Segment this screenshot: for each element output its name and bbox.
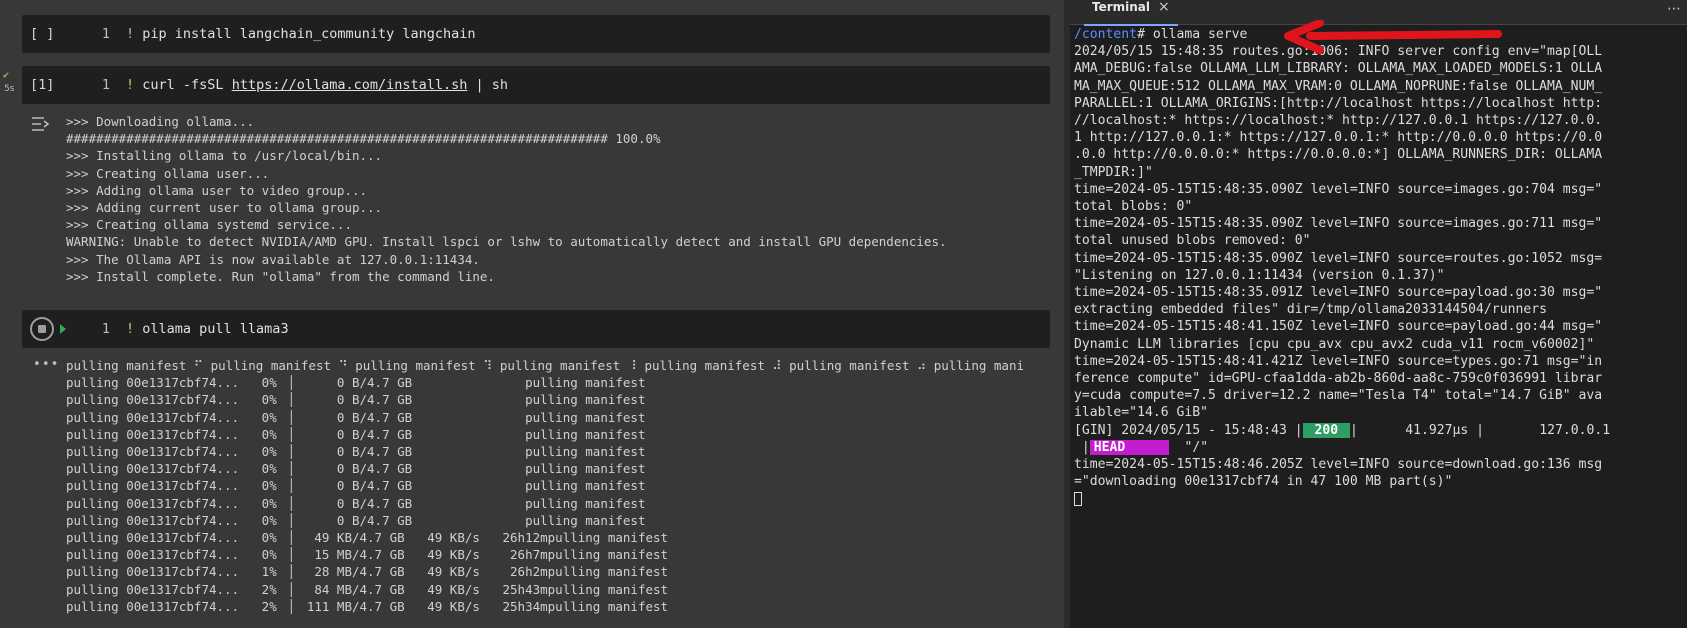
terminal-line: y=cuda compute=7.5 driver=12.2 name="Tes… [1074, 388, 1603, 404]
output-menu-icon[interactable]: ••• [33, 357, 59, 372]
terminal-log: 2024/05/15 15:48:35 routes.go:1006: INFO… [1074, 43, 1684, 421]
code-text: pip install langchain_community langchai… [134, 26, 476, 42]
terminal-line: "Listening on 127.0.0.1:11434 (version 0… [1074, 267, 1445, 283]
terminal-line: time=2024-05-15T15:48:46.205Z level=INFO… [1074, 457, 1603, 473]
terminal-line: .0.0 http://0.0.0.0:* https://0.0.0.0:*]… [1074, 147, 1603, 163]
shell-bang: ! [126, 26, 135, 42]
terminal-line: PARALLEL:1 OLLAMA_ORIGINS:[http://localh… [1074, 95, 1603, 111]
output-line: >>> Downloading ollama... [66, 114, 255, 129]
output-line: pulling 00e1317cbf74... 0% ▕ 15 MB/4.7 G… [66, 547, 669, 563]
output-line: pulling 00e1317cbf74... 0% ▕ 0 B/4.7 GB … [66, 375, 646, 391]
status-badge: 200 [1302, 422, 1351, 438]
close-icon[interactable]: × [1158, 0, 1170, 15]
terminal-output[interactable]: /content# ollama serve 2024/05/15 15:48:3… [1074, 26, 1684, 508]
output-line: pulling 00e1317cbf74... 0% ▕ 49 KB/4.7 G… [66, 530, 669, 546]
terminal-line: time=2024-05-15T15:48:35.090Z level=INFO… [1074, 250, 1603, 266]
code-text: ollama pull llama3 [134, 321, 289, 337]
terminal-cwd: /content [1074, 27, 1138, 42]
cell-code[interactable]: ! curl -fsSL https://ollama.com/install.… [126, 66, 508, 104]
terminal-line: total unused blobs removed: 0" [1074, 233, 1311, 249]
output-line: pulling 00e1317cbf74... 2% ▕ 84 MB/4.7 G… [66, 581, 669, 597]
gin-path: "/" [1168, 439, 1209, 455]
line-number: 1 [101, 77, 111, 93]
shell-bang: ! [126, 321, 135, 337]
output-line: >>> Adding current user to ollama group.… [66, 200, 383, 216]
output-line: >>> Adding ollama user to video group... [66, 182, 368, 198]
gin-log-line: [GIN] 2024/05/15 - 15:48:43 | 200 | 41.9… [1074, 422, 1684, 439]
terminal-log-tail: time=2024-05-15T15:48:46.205Z level=INFO… [1074, 456, 1684, 490]
gin-log-line-2: | HEAD "/" [1074, 439, 1684, 456]
gin-prefix: [GIN] 2024/05/15 - 15:48:43 | [1074, 422, 1303, 438]
install-script-link[interactable]: https://ollama.com/install.sh [232, 77, 468, 93]
cell-prompt: [ ] [30, 26, 55, 42]
output-line: pulling 00e1317cbf74... 0% ▕ 0 B/4.7 GB … [66, 512, 646, 528]
line-number: 1 [101, 26, 111, 42]
output-line: pulling 00e1317cbf74... 1% ▕ 28 MB/4.7 G… [66, 564, 669, 580]
terminal-line: ilable="14.6 GiB" [1074, 405, 1209, 421]
code-cell-ollama-pull[interactable]: 1 ! ollama pull llama3 [22, 310, 1050, 348]
terminal-line: time=2024-05-15T15:48:41.421Z level=INFO… [1074, 353, 1603, 369]
terminal-line: total blobs: 0" [1074, 199, 1193, 215]
terminal-cursor-line[interactable] [1074, 490, 1684, 507]
shell-bang: ! [126, 77, 135, 93]
cell-code[interactable]: ! ollama pull llama3 [126, 310, 289, 348]
red-arrow-annotation [1284, 20, 1502, 54]
output-line: pulling 00e1317cbf74... 0% ▕ 0 B/4.7 GB … [66, 495, 646, 511]
output-line: >>> Installing ollama to /usr/local/bin.… [66, 148, 383, 164]
terminal-line: 1 http://127.0.0.1:* https://127.0.0.1:*… [1074, 130, 1603, 146]
output-line: >>> Install complete. Run "ollama" from … [66, 268, 495, 284]
terminal-line: time=2024-05-15T15:48:35.090Z level=INFO… [1074, 216, 1603, 232]
output-line: pulling manifest ⠋ pulling manifest ⠙ pu… [66, 358, 1025, 373]
output-line: pulling 00e1317cbf74... 0% ▕ 0 B/4.7 GB … [66, 426, 646, 442]
output-line: pulling 00e1317cbf74... 2% ▕ 111 MB/4.7 … [66, 598, 669, 614]
running-indicator-icon [60, 324, 66, 334]
output-toggle-icon[interactable] [30, 115, 52, 133]
gin-timing: | 41.927µs | 127.0.0.1 [1350, 422, 1611, 438]
terminal-line: ="downloading 00e1317cbf74 in 47 100 MB … [1074, 474, 1453, 490]
terminal-line: _TMPDIR:]" [1074, 164, 1153, 180]
output-line: ########################################… [66, 131, 661, 147]
output-line: WARNING: Unable to detect NVIDIA/AMD GPU… [66, 234, 947, 250]
line-number: 1 [101, 321, 111, 337]
terminal-line: extracting embedded files" dir=/tmp/olla… [1074, 302, 1547, 318]
output-line: pulling 00e1317cbf74... 0% ▕ 0 B/4.7 GB … [66, 409, 646, 425]
method-badge: HEAD [1089, 439, 1169, 455]
cell-code[interactable]: ! pip install langchain_community langch… [126, 15, 476, 53]
gin-lead: | [1074, 439, 1090, 455]
cell-prompt: [1] [30, 77, 55, 93]
install-output: >>> Downloading ollama... ###############… [66, 113, 947, 285]
code-cell-curl-install[interactable]: [1] 1 ! curl -fsSL https://ollama.com/in… [22, 66, 1050, 104]
output-line: >>> The Ollama API is now available at 1… [66, 251, 480, 267]
output-line: pulling 00e1317cbf74... 0% ▕ 0 B/4.7 GB … [66, 461, 646, 477]
output-line: pulling 00e1317cbf74... 0% ▕ 0 B/4.7 GB … [66, 392, 646, 408]
terminal-line: MA_MAX_QUEUE:512 OLLAMA_MAX_VRAM:0 OLLAM… [1074, 78, 1603, 94]
output-line: pulling 00e1317cbf74... 0% ▕ 0 B/4.7 GB … [66, 478, 646, 494]
output-line: >>> Creating ollama systemd service... [66, 217, 352, 233]
terminal-line: time=2024-05-15T15:48:35.091Z level=INFO… [1074, 285, 1603, 301]
execution-time: 5s [4, 84, 15, 94]
terminal-line: AMA_DEBUG:false OLLAMA_LLM_LIBRARY: OLLA… [1074, 61, 1603, 77]
terminal-command: # ollama serve [1137, 27, 1248, 42]
terminal-tab-label: Terminal [1092, 0, 1151, 14]
executed-check-icon: ✔ [3, 70, 10, 81]
code-cell-pip-install[interactable]: [ ] 1 ! pip install langchain_community … [22, 15, 1050, 53]
pull-output: pulling manifest ⠋ pulling manifest ⠙ pu… [66, 357, 1024, 615]
terminal-cursor [1074, 491, 1082, 506]
terminal-line: ference compute" id=GPU-cfaa1dda-ab2b-86… [1074, 371, 1603, 387]
code-text: | sh [467, 77, 509, 93]
terminal-line: time=2024-05-15T15:48:35.090Z level=INFO… [1074, 181, 1603, 197]
code-text: curl -fsSL [134, 77, 232, 93]
terminal-line: Dynamic LLM libraries [cpu cpu_avx cpu_a… [1074, 336, 1595, 352]
more-options-icon[interactable]: ⋯ [1667, 0, 1681, 18]
notebook-panel: [ ] 1 ! pip install langchain_community … [0, 0, 1064, 628]
terminal-panel[interactable]: Terminal × ⋯ /content# ollama serve 2024/0… [1070, 0, 1687, 628]
stop-execution-button[interactable] [30, 317, 54, 341]
terminal-line: time=2024-05-15T15:48:41.150Z level=INFO… [1074, 319, 1603, 335]
output-line: pulling 00e1317cbf74... 0% ▕ 0 B/4.7 GB … [66, 444, 646, 460]
output-line: >>> Creating ollama user... [66, 165, 270, 181]
tab-terminal[interactable]: Terminal × [1084, 0, 1178, 26]
terminal-line: //localhost:* https://localhost:* http:/… [1074, 113, 1603, 129]
